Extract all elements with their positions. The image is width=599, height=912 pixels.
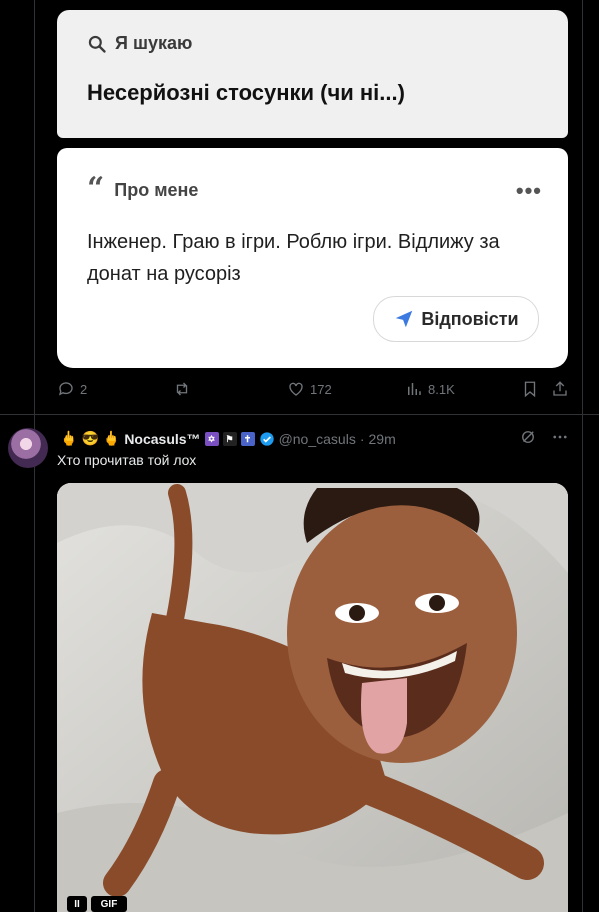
display-name[interactable]: Nocasuls™: [124, 431, 200, 447]
pointing-hand-icon: 🖕: [102, 430, 121, 446]
looking-for-header: Я шукаю: [87, 33, 192, 54]
looking-for-value: Несерйозні стосунки (чи ні...): [87, 80, 405, 105]
quote-icon: “: [87, 170, 105, 206]
post-time[interactable]: 29m: [369, 431, 396, 447]
looking-for-label: Я шукаю: [115, 33, 193, 53]
post-header-actions: [519, 428, 569, 446]
post-divider: [0, 414, 599, 415]
profile-card: Я шукаю Несерйозні стосунки (чи ні...) “…: [57, 10, 568, 368]
reply-button[interactable]: Відповісти: [373, 296, 539, 342]
share-action[interactable]: [551, 380, 569, 398]
looking-for-section: Я шукаю Несерйозні стосунки (чи ні...): [57, 10, 568, 138]
analytics-icon: [408, 383, 421, 395]
gif-badge: GIF: [91, 896, 127, 912]
search-icon: [88, 35, 106, 53]
like-count: 172: [310, 381, 332, 397]
post-action-bar: 2 172 8.1K: [57, 380, 577, 402]
more-options-icon[interactable]: •••: [516, 178, 542, 204]
post-text: Хто прочитав той лох: [57, 452, 197, 468]
repost-icon: [176, 382, 188, 396]
gif-media[interactable]: II GIF: [57, 483, 568, 912]
avatar[interactable]: [8, 428, 48, 468]
reply-action[interactable]: 2: [57, 380, 87, 398]
separator-dot: ·: [359, 430, 365, 447]
about-me-label: Про мене: [114, 180, 199, 200]
grok-icon[interactable]: [519, 428, 537, 446]
repost-action[interactable]: [173, 380, 191, 398]
send-arrow-icon: [396, 310, 413, 328]
like-action[interactable]: 172: [287, 380, 332, 398]
cross-icon: ✝: [240, 431, 255, 446]
cool-face-icon: 😎: [81, 430, 99, 446]
gif-image: [57, 483, 568, 912]
star-of-david-icon: ✡: [204, 431, 219, 446]
alt-badge[interactable]: II: [67, 896, 87, 912]
about-me-section: “ Про мене ••• Інженер. Граю в ігри. Роб…: [57, 148, 568, 368]
heart-icon: [289, 382, 303, 396]
about-me-header: “ Про мене: [87, 170, 199, 206]
reply-button-label: Відповісти: [421, 308, 519, 329]
reply-count: 2: [80, 381, 88, 397]
bio-text: Інженер. Граю в ігри. Роблю ігри. Відлиж…: [87, 231, 500, 285]
view-count: 8.1K: [428, 381, 455, 397]
bookmark-icon: [524, 381, 536, 398]
user-handle[interactable]: @no_casuls: [279, 431, 356, 447]
column-border-right: [582, 0, 583, 912]
verified-badge-icon: [259, 431, 274, 446]
pointing-hand-icon: 🖕: [60, 430, 78, 446]
more-icon[interactable]: [551, 428, 569, 446]
bookmark-action[interactable]: [521, 380, 539, 398]
views-action[interactable]: 8.1K: [405, 380, 455, 398]
israel-flag-icon: ⚑: [222, 431, 237, 446]
share-icon: [553, 381, 567, 396]
comment-icon: [58, 382, 73, 396]
post-header: 🖕 😎 🖕 Nocasuls™ ✡ ⚑ ✝ @no_casuls · 29m: [60, 430, 396, 447]
